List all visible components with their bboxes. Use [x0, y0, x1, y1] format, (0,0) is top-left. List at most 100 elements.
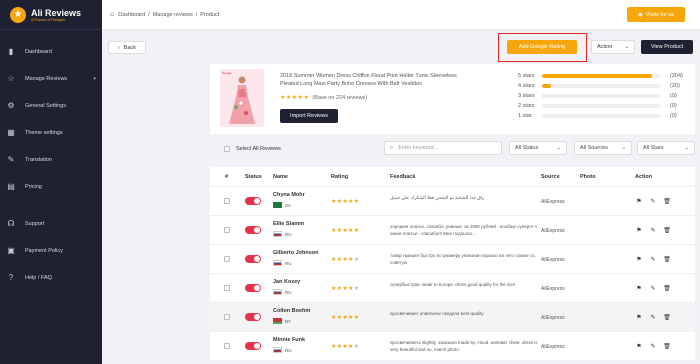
status-toggle[interactable] [245, 313, 261, 321]
select-all[interactable]: Select All Reviews [224, 146, 281, 152]
select-all-checkbox[interactable] [224, 146, 230, 152]
sidebar-item-pricing[interactable]: ▤ Pricing [0, 173, 102, 200]
sidebar-item-label: Theme settings [25, 129, 63, 136]
visit-button[interactable]: ◉ Visits for us [627, 7, 685, 22]
sidebar-item-label: General Settings [25, 102, 66, 109]
col-status: Status [245, 173, 262, 180]
back-button[interactable]: ‹ Back [108, 41, 146, 54]
delete-icon[interactable]: 🗑 [662, 283, 672, 293]
col-name: Name [273, 173, 288, 180]
table-row[interactable]: Ellie Stamm RU ★★★★★ хорошее платье, спа… [210, 216, 695, 245]
import-reviews-button[interactable]: Import Reviews [280, 109, 338, 123]
sidebar-item-payment-policy[interactable]: ▣ Payment Policy [0, 237, 102, 264]
flag-action-icon[interactable]: ⚑ [634, 341, 644, 351]
status-toggle[interactable] [245, 226, 261, 234]
table-row[interactable]: Gilberto Johnson RU ★★★★★ товар пришел б… [210, 245, 695, 274]
feedback-text: راق جدا الشحنة تم الشحن فعلا الشكرك علي … [390, 195, 485, 200]
sidebar-item-translation[interactable]: ✎ Translation [0, 146, 102, 173]
gear-icon: ⚙ [7, 101, 15, 110]
country-code: BY [285, 318, 292, 324]
status-toggle[interactable] [245, 197, 261, 205]
view-product-button[interactable]: View Product [641, 40, 693, 54]
status-toggle[interactable] [245, 255, 261, 263]
filter-bar: Select All Reviews ⌕ Enter keyword... All… [210, 138, 695, 160]
delete-icon[interactable]: 🗑 [662, 196, 672, 206]
stat-label: 3 stars [518, 93, 535, 99]
stat-bar-fill [542, 84, 552, 88]
flag-icon [273, 289, 282, 295]
pricing-icon: ▤ [7, 182, 15, 191]
flag-action-icon[interactable]: ⚑ [634, 254, 644, 264]
table-row[interactable]: Jan Kozey RU ★★★★★ супербыстрая. weak to… [210, 274, 695, 303]
action-select[interactable]: Action ⌄ [591, 40, 635, 54]
breadcrumb-manage-reviews[interactable]: Manage reviews [153, 12, 193, 18]
edit-icon[interactable]: ✎ [648, 196, 658, 206]
edit-icon[interactable]: ✎ [648, 254, 658, 264]
country-flag: SA [273, 202, 291, 208]
flag-action-icon[interactable]: ⚑ [634, 312, 644, 322]
sidebar-item-support[interactable]: ☊ Support [0, 210, 102, 237]
sidebar-item-help[interactable]: ? Help / FAQ [0, 264, 102, 291]
source-filter-select[interactable]: All Sources ⌄ [574, 141, 632, 155]
source-filter-label: All Sources [580, 145, 608, 151]
status-filter-select[interactable]: All Status ⌄ [509, 141, 567, 155]
sidebar-item-general-settings[interactable]: ⚙ General Settings [0, 92, 102, 119]
flag-action-icon[interactable]: ⚑ [634, 225, 644, 235]
edit-icon[interactable]: ✎ [648, 283, 658, 293]
flag-action-icon[interactable]: ⚑ [634, 196, 644, 206]
stars-filter-select[interactable]: All Stars ⌄ [637, 141, 695, 155]
brand[interactable]: ★ Ali Reviews A Product of FireApps [0, 0, 102, 30]
back-label: Back [123, 44, 137, 51]
sidebar-item-dashboard[interactable]: ▮ Dashboard [0, 38, 102, 65]
delete-icon[interactable]: 🗑 [662, 254, 672, 264]
row-checkbox[interactable] [224, 314, 230, 320]
stat-label: 5 stars [518, 73, 535, 79]
feedback-text: просвечивает underwear сведала best qual… [390, 311, 485, 316]
delete-icon[interactable]: 🗑 [662, 341, 672, 351]
table-row[interactable]: Minnie Funk RU ★★★★★ просвечиваеть sligh… [210, 332, 695, 361]
sidebar-item-label: Payment Policy [25, 247, 63, 254]
row-checkbox[interactable] [224, 285, 230, 291]
breadcrumb-current: Product [200, 11, 220, 18]
table-row[interactable]: Chyna Mohr SA ★★★★★ راق جدا الشحنة تم ال… [210, 187, 695, 216]
add-google-rating-button[interactable]: Add Google Rating [507, 40, 577, 54]
reviewer-name: Minnie Funk [273, 337, 306, 343]
headset-icon: ☊ [7, 219, 15, 228]
breadcrumb-dashboard[interactable]: Dashboard [118, 12, 145, 18]
source-text: AliExpress [541, 228, 565, 234]
sidebar-item-theme-settings[interactable]: ▦ Theme settings [0, 119, 102, 146]
chevron-down-icon: ▾ [93, 75, 96, 82]
search-input[interactable]: ⌕ Enter keyword... [384, 141, 502, 155]
row-checkbox[interactable] [224, 343, 230, 349]
flag-action-icon[interactable]: ⚑ [634, 283, 644, 293]
breadcrumb: ⌂ Dashboard / Manage reviews / Product [110, 11, 219, 18]
row-rating-stars: ★★★★★ [331, 315, 360, 321]
stat-bar [542, 104, 660, 108]
row-actions: ⚑ ✎ 🗑 [634, 225, 672, 235]
stat-bar [542, 84, 660, 88]
stat-label: 2 stars [518, 103, 535, 109]
reviewer-name: Gilberto Johnson [273, 250, 319, 256]
table-row[interactable]: Colten Boehm BY ★★★★★ просвечивает under… [210, 303, 695, 332]
sidebar-item-manage-reviews[interactable]: ☆ Manage Reviews ▾ [0, 65, 102, 92]
flag-icon [273, 260, 282, 266]
search-icon: ⌕ [390, 144, 394, 151]
star-logo-icon: ★ [10, 6, 26, 23]
stat-count: (20) [670, 83, 680, 89]
row-checkbox[interactable] [224, 256, 230, 262]
delete-icon[interactable]: 🗑 [662, 312, 672, 322]
home-icon[interactable]: ⌂ [110, 11, 114, 18]
row-checkbox[interactable] [224, 198, 230, 204]
source-text: AliExpress [541, 199, 565, 205]
row-checkbox[interactable] [224, 227, 230, 233]
edit-icon[interactable]: ✎ [648, 225, 658, 235]
edit-icon[interactable]: ✎ [648, 312, 658, 322]
visit-icon: ◉ [637, 11, 643, 18]
reviewer-name: Ellie Stamm [273, 221, 305, 227]
status-toggle[interactable] [245, 284, 261, 292]
rating-stars: ★★★★★ [280, 95, 310, 101]
delete-icon[interactable]: 🗑 [662, 225, 672, 235]
edit-icon[interactable]: ✎ [648, 341, 658, 351]
row-rating-stars: ★★★★★ [331, 228, 360, 234]
status-toggle[interactable] [245, 342, 261, 350]
